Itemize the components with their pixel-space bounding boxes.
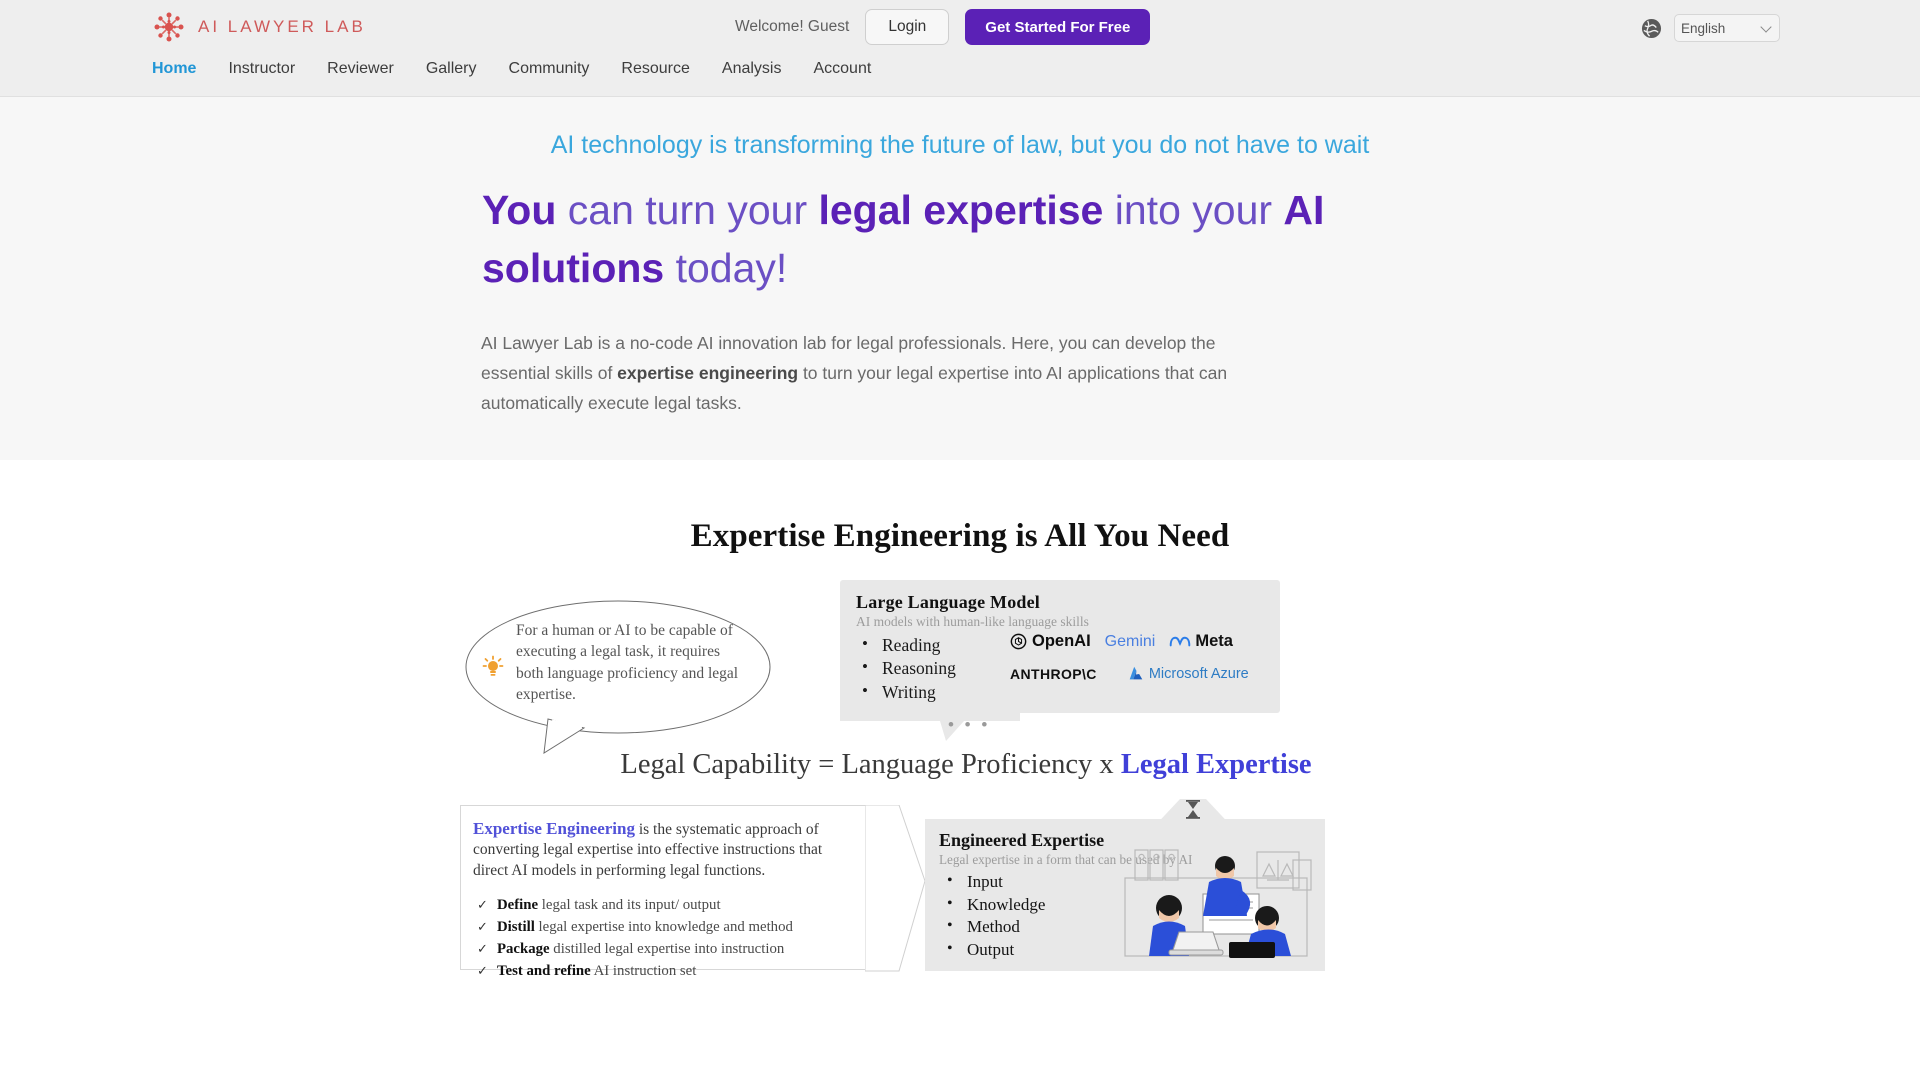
- nav-item-gallery[interactable]: Gallery: [426, 58, 495, 80]
- llm-dots: • • •: [948, 714, 991, 734]
- azure-label: Microsoft Azure: [1148, 665, 1249, 682]
- large-language-model-card: Large Language Model AI models with huma…: [840, 579, 1280, 713]
- molecule-logo-icon: [152, 10, 186, 44]
- step-rest: distilled legal expertise into instructi…: [549, 940, 785, 957]
- ee-paragraph: Expertise Engineering is the systematic …: [473, 818, 855, 881]
- hero-title-bold-1: legal expertise: [818, 187, 1104, 234]
- azure-logo: Microsoft Azure: [1127, 665, 1249, 683]
- nav-item-community[interactable]: Community: [509, 58, 608, 80]
- meta-logo: Meta: [1169, 632, 1233, 651]
- hero-title-you: You: [482, 187, 557, 234]
- get-started-button[interactable]: Get Started For Free: [965, 9, 1151, 45]
- legal-capability-equation: Legal Capability = Language Proficiency …: [466, 749, 1466, 781]
- welcome-text: Welcome! Guest: [735, 18, 850, 35]
- lightbulb-icon: [480, 655, 506, 681]
- account-actions: Welcome! Guest Login Get Started For Fre…: [735, 9, 1151, 45]
- expertise-diagram: For a human or AI to be capable of execu…: [460, 577, 1460, 1037]
- bubble-text: For a human or AI to be capable of execu…: [516, 621, 739, 704]
- nav-item-home[interactable]: Home: [152, 58, 214, 80]
- azure-icon: [1129, 666, 1143, 680]
- legal-team-illustration: [1117, 846, 1317, 969]
- hero-title-text-3: today!: [664, 245, 788, 292]
- hero-title: You can turn your legal expertise into y…: [480, 181, 1440, 297]
- openai-logo: OpenAI: [1010, 632, 1091, 651]
- list-item: Distill legal expertise into knowledge a…: [473, 917, 855, 939]
- anthropic-logo: ANTHROP\C: [1010, 665, 1097, 682]
- list-item: Test and refine AI instruction set: [473, 961, 855, 983]
- expertise-engineering-card: Expertise Engineering is the systematic …: [460, 804, 870, 979]
- nav-item-resource[interactable]: Resource: [621, 58, 707, 80]
- step-rest: AI instruction set: [590, 962, 697, 979]
- hero-description: AI Lawyer Lab is a no-code AI innovation…: [480, 328, 1280, 418]
- brand-name: AI LAWYER LAB: [198, 17, 366, 36]
- step-bold: Package: [497, 940, 550, 957]
- ee-heading: Expertise Engineering: [473, 818, 635, 838]
- openai-icon: [1010, 634, 1027, 650]
- hero-title-text-1: can turn your: [556, 187, 819, 234]
- meta-icon: [1170, 636, 1191, 647]
- meta-label: Meta: [1195, 632, 1233, 651]
- hero-title-text-2: into your: [1103, 187, 1284, 234]
- globe-icon: [1641, 18, 1662, 39]
- openai-label: OpenAI: [1032, 632, 1091, 651]
- ee-steps-list: Define legal task and its input/ output …: [473, 895, 855, 982]
- gemini-label: Gemini: [1104, 632, 1156, 650]
- step-rest: legal expertise into knowledge and metho…: [534, 919, 793, 936]
- ee-arrow-icon: [865, 804, 926, 972]
- top-header-bar: AI LAWYER LAB Welcome! Guest Login Get S…: [0, 0, 1920, 58]
- list-item: Define legal task and its input/ output: [473, 895, 855, 917]
- nav-item-instructor[interactable]: Instructor: [228, 58, 313, 80]
- hero-section: AI technology is transforming the future…: [0, 97, 1920, 460]
- gemini-logo: Gemini: [1105, 633, 1156, 651]
- equation-plain: Legal Capability = Language Proficiency …: [620, 748, 1121, 780]
- hero-eyebrow: AI technology is transforming the future…: [550, 131, 1370, 159]
- speech-bubble: For a human or AI to be capable of execu…: [460, 595, 780, 755]
- brand-logo[interactable]: AI LAWYER LAB: [152, 10, 366, 44]
- hero-body-bold: expertise engineering: [617, 362, 799, 383]
- equation-highlight: Legal Expertise: [1120, 748, 1312, 780]
- engineered-expertise-card: Engineered Expertise Legal expertise in …: [925, 818, 1325, 971]
- expertise-engineering-section: Expertise Engineering is All You Need Fo…: [0, 459, 1920, 1080]
- llm-title: Large Language Model: [856, 591, 1040, 612]
- language-select[interactable]: English: [1674, 14, 1780, 42]
- llm-vendor-logos: OpenAI Gemini Meta ANTHROP\C Microsoft A…: [1010, 626, 1272, 690]
- nav-item-account[interactable]: Account: [813, 58, 889, 80]
- list-item: Package distilled legal expertise into i…: [473, 939, 855, 961]
- llm-callout-tail: [840, 706, 1020, 741]
- nav-item-reviewer[interactable]: Reviewer: [327, 58, 412, 80]
- login-button[interactable]: Login: [865, 9, 950, 45]
- step-bold: Test and refine: [497, 962, 591, 979]
- step-bold: Distill: [497, 919, 535, 936]
- step-bold: Define: [497, 897, 539, 914]
- section-title: Expertise Engineering is All You Need: [690, 517, 1230, 554]
- nav-item-analysis[interactable]: Analysis: [722, 58, 800, 80]
- language-switcher[interactable]: English: [1641, 14, 1780, 42]
- main-navigation: Home Instructor Reviewer Gallery Communi…: [0, 58, 1920, 97]
- step-rest: legal task and its input/ output: [538, 897, 721, 914]
